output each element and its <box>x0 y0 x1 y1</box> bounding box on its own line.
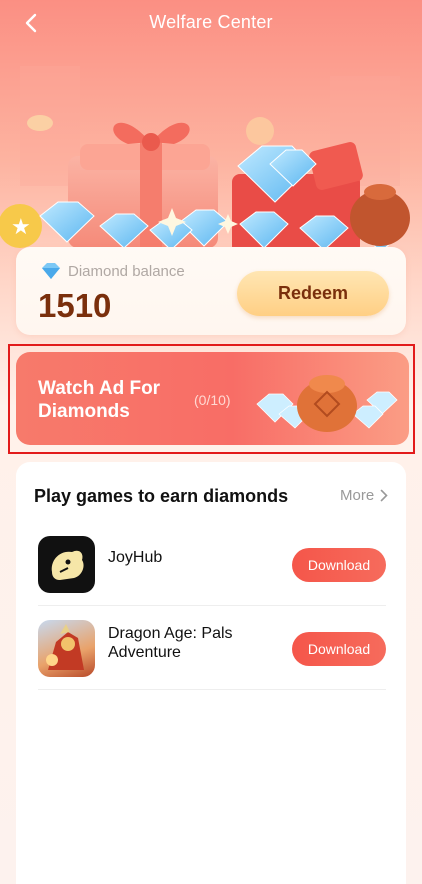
section-title: Play games to earn diamonds <box>34 486 289 506</box>
watch-ad-title: Watch Ad For Diamonds <box>38 378 161 422</box>
diamond-bag-icon <box>256 375 398 432</box>
diamond-icon <box>42 263 60 279</box>
game-name: JoyHub <box>108 549 163 566</box>
game-name: Dragon Age: Pals Adventure <box>108 625 233 661</box>
balance-label: Diamond balance <box>68 263 185 280</box>
more-label: More <box>340 487 375 504</box>
watch-ad-count: (0/10) <box>194 392 231 408</box>
download-button[interactable]: Download <box>292 548 386 582</box>
page: ★ Welfare Center Diamond balance 1510 Re… <box>0 0 422 884</box>
svg-text:★: ★ <box>11 215 31 240</box>
balance-value: 1510 <box>38 287 112 324</box>
page-title: Welfare Center <box>149 12 273 32</box>
joyhub-app-icon <box>38 536 95 593</box>
watch-ad-banner[interactable]: Watch Ad For Diamonds (0/10) <box>16 352 409 445</box>
dragon-age-app-icon <box>38 620 95 677</box>
diamond-balance-card: Diamond balance 1510 Redeem <box>16 247 406 335</box>
game-row[interactable]: Dragon Age: Pals Adventure Download <box>38 606 386 690</box>
chevron-right-icon <box>380 489 388 502</box>
games-section: Play games to earn diamonds More JoyHub … <box>16 462 406 884</box>
redeem-button[interactable]: Redeem <box>237 271 389 316</box>
game-row[interactable]: JoyHub Download <box>38 522 386 606</box>
more-link[interactable]: More <box>340 487 388 504</box>
download-button[interactable]: Download <box>292 632 386 666</box>
header: Welfare Center <box>0 0 422 46</box>
gift-illustration: ★ <box>0 66 410 254</box>
